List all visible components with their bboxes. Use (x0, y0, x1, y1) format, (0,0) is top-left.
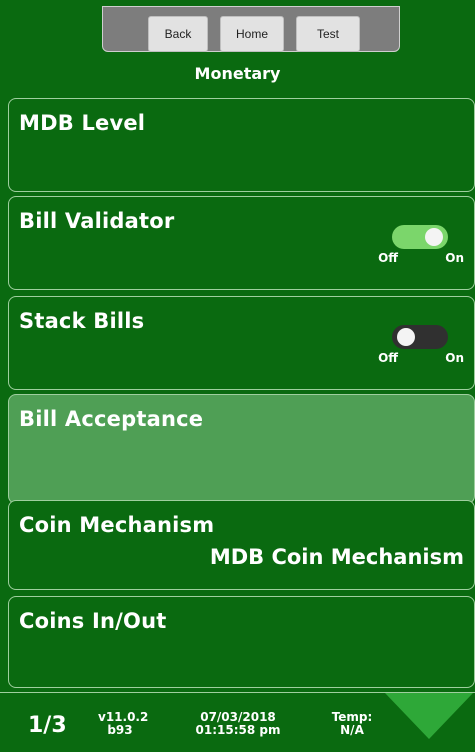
row-coins-in-out[interactable]: Coins In/Out (8, 596, 475, 688)
row-label: Bill Acceptance (19, 407, 204, 431)
toggle-off-label: Off (378, 251, 398, 265)
row-stack-bills[interactable]: Stack Bills Off On (8, 296, 475, 390)
row-label: MDB Level (19, 111, 146, 135)
home-button[interactable]: Home (220, 16, 284, 52)
test-button[interactable]: Test (296, 16, 360, 52)
row-bill-acceptance[interactable]: Bill Acceptance (8, 394, 475, 504)
toggle-knob (397, 328, 415, 346)
page-indicator: 1/3 (28, 713, 67, 738)
row-label: Bill Validator (19, 209, 175, 233)
toggle-off-label: Off (378, 351, 398, 365)
version-info: v11.0.2 b93 (98, 711, 148, 737)
back-button[interactable]: Back (148, 16, 208, 52)
row-label: Coin Mechanism (19, 513, 215, 537)
stack-bills-toggle[interactable] (392, 325, 448, 349)
toggle-on-label: On (445, 351, 464, 365)
status-footer: 1/3 v11.0.2 b93 07/03/2018 01:15:58 pm T… (0, 692, 475, 752)
datetime-info: 07/03/2018 01:15:58 pm (183, 711, 293, 737)
page-title: Monetary (194, 64, 281, 83)
row-coin-mechanism[interactable]: Coin Mechanism MDB Coin Mechanism (8, 500, 475, 590)
toggle-on-label: On (445, 251, 464, 265)
row-mdb-level[interactable]: MDB Level (8, 98, 475, 192)
bill-validator-toggle[interactable] (392, 225, 448, 249)
row-bill-validator[interactable]: Bill Validator Off On (8, 196, 475, 290)
scroll-down-arrow-icon[interactable] (385, 693, 473, 739)
temp-value: N/A (340, 723, 364, 737)
row-label: Coins In/Out (19, 609, 167, 633)
time-text: 01:15:58 pm (195, 723, 281, 737)
row-label: Stack Bills (19, 309, 145, 333)
toggle-knob (425, 228, 443, 246)
temperature-info: Temp: N/A (322, 711, 382, 737)
row-value: MDB Coin Mechanism (209, 545, 464, 569)
build-number: b93 (107, 723, 133, 737)
